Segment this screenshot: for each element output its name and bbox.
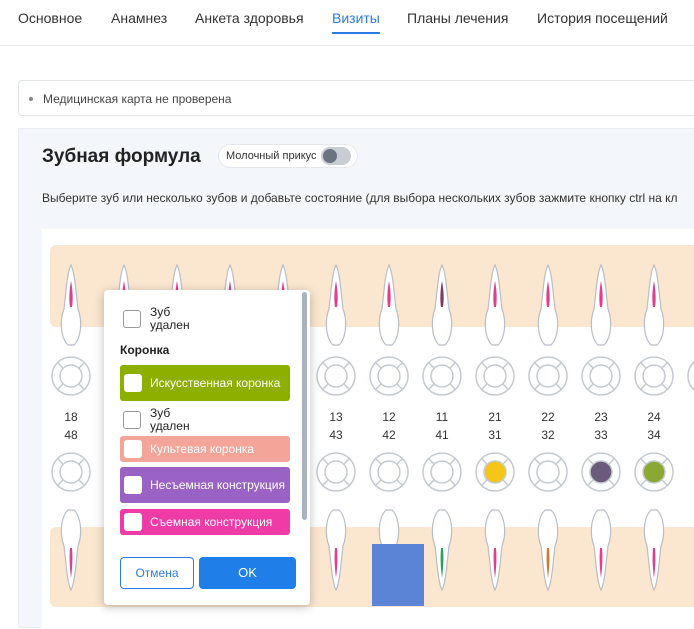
condition-option[interactable]: Несъемная конструкция [120,467,290,503]
upper-tooth[interactable] [535,263,561,347]
tab-health-form[interactable]: Анкета здоровья [195,10,304,26]
active-tab-indicator [332,32,380,34]
lower-surface-ring[interactable] [580,451,622,493]
upper-tooth[interactable] [58,263,84,347]
upper-surface-ring[interactable] [686,355,694,397]
lower-surface-ring[interactable] [368,451,410,493]
upper-tooth[interactable] [482,263,508,347]
upper-tooth-number: 23 [594,410,608,424]
checkbox[interactable] [124,440,142,458]
lower-surface-ring[interactable] [474,451,516,493]
lower-tooth-number: 41 [435,428,449,442]
upper-surface-ring[interactable] [368,355,410,397]
condition-option[interactable]: Съемная конструкция [120,509,290,535]
upper-tooth-number: 12 [382,410,396,424]
tab-anamnesis[interactable]: Анамнез [111,10,167,26]
option-label: Искусственная коронка [150,375,281,390]
tab-bar: Основное Анамнез Анкета здоровья Визиты … [0,0,694,46]
popup-scrollbar[interactable] [302,292,307,520]
tab-treatment-plans[interactable]: Планы лечения [407,10,508,26]
upper-tooth[interactable] [323,263,349,347]
milk-bite-switch[interactable] [321,147,351,165]
upper-tooth-number: 13 [329,410,343,424]
upper-surface-ring[interactable] [474,355,516,397]
condition-option[interactable]: Культевая коронка [120,436,290,462]
tab-main[interactable]: Основное [18,10,82,26]
checkbox[interactable] [124,476,142,494]
upper-tooth[interactable] [376,263,402,347]
cancel-button[interactable]: Отмена [120,557,194,589]
milk-bite-label: Молочный прикус [226,150,317,162]
lower-surface-ring[interactable] [633,451,675,493]
option-label: Культевая коронка [150,441,255,456]
lower-tooth-number: 32 [541,428,555,442]
upper-surface-ring[interactable] [50,355,92,397]
checkbox[interactable] [124,374,142,392]
lower-tooth[interactable] [482,508,508,592]
condition-option[interactable]: Искусственная коронка [120,365,290,401]
lower-tooth[interactable] [588,508,614,592]
switch-knob [323,149,337,163]
upper-tooth-number: 24 [647,410,661,424]
upper-tooth[interactable] [588,263,614,347]
checkbox[interactable] [123,411,141,429]
upper-surface-ring[interactable] [527,355,569,397]
upper-tooth-number: 18 [64,410,78,424]
upper-tooth-number: 22 [541,410,555,424]
lower-tooth-number: 31 [488,428,502,442]
upper-surface-ring[interactable] [633,355,675,397]
upper-tooth-number: 11 [435,410,449,424]
lower-surface-ring[interactable] [50,451,92,493]
upper-surface-ring[interactable] [315,355,357,397]
formula-hint: Выберите зуб или несколько зубов и добав… [42,191,678,205]
upper-tooth-number: 21 [488,410,502,424]
lower-tooth-number: 48 [64,428,78,442]
lower-tooth[interactable] [323,508,349,592]
lower-surface-ring[interactable] [527,451,569,493]
upper-surface-ring[interactable] [580,355,622,397]
bullet-icon [29,97,33,101]
page-title: Зубная формула [42,146,201,167]
lower-surface-ring[interactable] [421,451,463,493]
condition-popup: Зуб удален Коронка Искусственная коронка… [104,290,310,605]
tab-visits[interactable]: Визиты [332,10,380,26]
checkbox[interactable] [123,310,141,328]
checkbox[interactable] [124,513,142,531]
lower-tooth[interactable] [58,508,84,592]
notice-text: Медицинская карта не проверена [43,92,232,106]
upper-surface-ring[interactable] [421,355,463,397]
medical-card-notice: Медицинская карта не проверена [18,80,694,116]
selected-tooth-highlight[interactable] [372,544,424,606]
option-label: Зуб удален [150,406,190,433]
upper-tooth[interactable] [429,263,455,347]
lower-tooth[interactable] [429,508,455,592]
section-crown-heading: Коронка [120,343,170,357]
lower-tooth-number: 33 [594,428,608,442]
option-label: Съемная конструкция [150,514,273,529]
lower-tooth[interactable] [535,508,561,592]
lower-tooth-number: 34 [647,428,661,442]
lower-surface-ring[interactable] [315,451,357,493]
option-label: Несъемная конструкция [150,477,285,492]
upper-tooth[interactable] [641,263,667,347]
lower-tooth-number: 43 [329,428,343,442]
tab-visit-history[interactable]: История посещений [537,10,668,26]
lower-tooth[interactable] [641,508,667,592]
lower-tooth-number: 42 [382,428,396,442]
ok-button[interactable]: OK [199,557,296,589]
